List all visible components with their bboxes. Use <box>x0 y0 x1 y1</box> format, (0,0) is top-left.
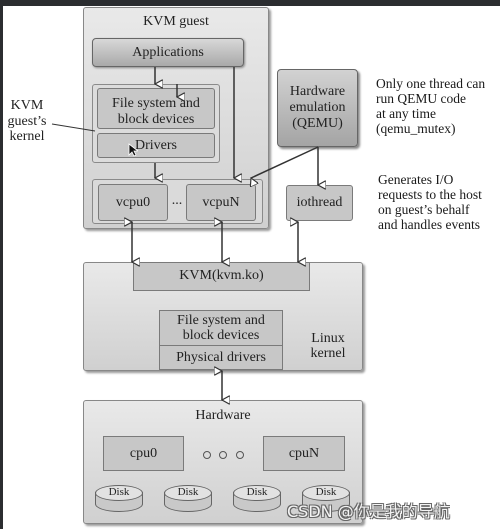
connector-arrows <box>51 67 500 529</box>
arrow-cursor-icon <box>128 143 138 157</box>
guest-kernel-pointer <box>51 123 96 132</box>
arrow-qemu-to-vcpu <box>251 146 319 178</box>
csdn-watermark: CSDN @你是我的导航 <box>287 502 450 521</box>
